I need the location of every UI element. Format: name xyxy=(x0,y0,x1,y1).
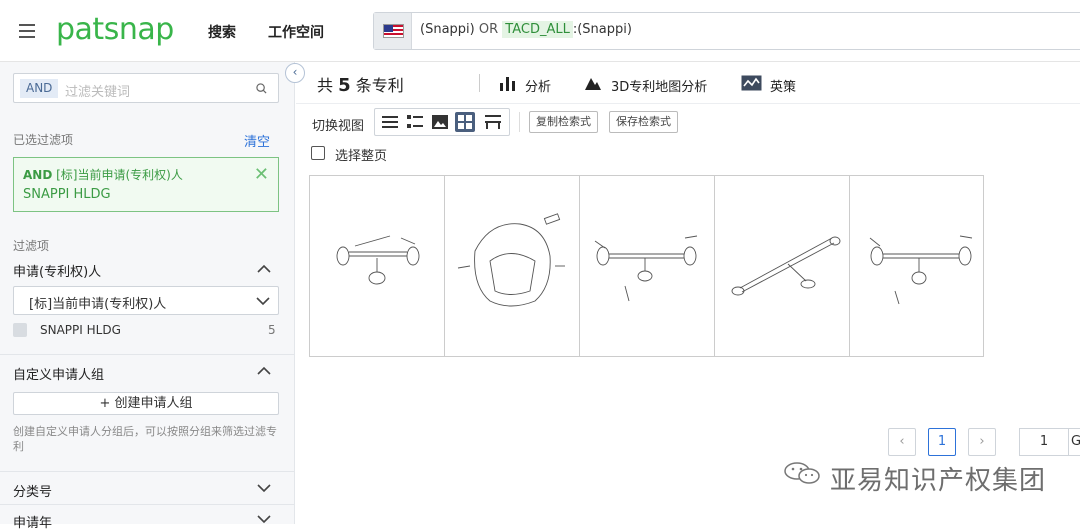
top-header: patsnap 搜索 工作空间 (Snappi) OR TACD_ALL:(Sn… xyxy=(0,0,1080,62)
patent-drawing xyxy=(869,235,973,305)
create-applicant-group-button[interactable]: + 创建申请人组 xyxy=(13,392,279,415)
divider xyxy=(479,74,480,92)
patent-drawing xyxy=(731,236,841,296)
patent-drawing xyxy=(457,213,565,307)
view-switcher xyxy=(374,108,510,136)
filter-keyword-input[interactable]: AND 过滤关键词 xyxy=(13,73,279,103)
selected-filter-value: SNAPPI HLDG xyxy=(23,187,111,202)
custom-group-section-title[interactable]: 自定义申请人组 xyxy=(13,364,104,383)
insights-button[interactable]: 英策 xyxy=(770,76,796,95)
chevron-down-icon[interactable] xyxy=(257,514,271,524)
patent-card[interactable] xyxy=(445,176,580,356)
results-panel: 共 5 条专利 分析 3D专利地图分析 英策 切换视图 复制检索式 保存检索式 … xyxy=(296,62,1080,524)
close-icon[interactable]: ✕ xyxy=(254,166,269,184)
switch-view-label: 切换视图 xyxy=(312,119,365,134)
grid-view-icon[interactable] xyxy=(455,112,475,132)
select-page-checkbox[interactable] xyxy=(311,146,325,160)
compare-view-icon[interactable] xyxy=(483,112,503,132)
query-field-tag: TACD_ALL xyxy=(502,21,573,38)
result-count: 共 5 条专利 xyxy=(317,75,404,96)
nav-workspace[interactable]: 工作空间 xyxy=(268,22,324,42)
wechat-icon xyxy=(784,462,820,484)
save-query-button[interactable]: 保存检索式 xyxy=(609,111,678,133)
clear-filters-link[interactable]: 清空 xyxy=(244,131,270,150)
patent-card[interactable] xyxy=(310,176,445,356)
custom-group-help-text: 创建自定义申请人分组后，可以按照分组来筛选过滤专利 xyxy=(13,425,277,453)
query-text[interactable]: (Snappi) OR TACD_ALL:(Snappi) xyxy=(420,21,632,38)
menu-icon[interactable] xyxy=(19,24,35,38)
next-page-button[interactable]: › xyxy=(968,428,996,456)
patent-drawing xyxy=(336,235,420,285)
divider xyxy=(0,504,295,505)
insights-icon[interactable] xyxy=(741,75,762,91)
nav-search[interactable]: 搜索 xyxy=(208,22,236,42)
selected-filter-chip: AND [标]当前申请(专利权)人 SNAPPI HLDG ✕ xyxy=(13,157,279,212)
classification-section-title[interactable]: 分类号 xyxy=(13,481,52,500)
filter-sidebar: AND 过滤关键词 已选过滤项 清空 AND [标]当前申请(专利权)人 SNA… xyxy=(0,62,295,531)
analysis-button[interactable]: 分析 xyxy=(525,76,551,95)
page-jump-input[interactable]: 1 xyxy=(1019,428,1069,456)
year-section-title[interactable]: 申请年 xyxy=(13,512,52,531)
applicant-option-checkbox[interactable] xyxy=(13,323,27,337)
mountain-icon[interactable] xyxy=(584,75,602,91)
patent-drawing xyxy=(594,235,698,302)
patent-card[interactable] xyxy=(850,176,985,356)
divider xyxy=(0,471,295,472)
and-operator-tag[interactable]: AND xyxy=(20,79,59,98)
patent-image-grid xyxy=(309,175,984,357)
filter-placeholder: 过滤关键词 xyxy=(65,85,131,100)
applicant-option-count: 5 xyxy=(268,323,276,337)
divider xyxy=(0,354,295,355)
bar-chart-icon[interactable] xyxy=(499,75,517,91)
detail-list-icon[interactable] xyxy=(405,112,425,132)
select-page-label[interactable]: 选择整页 xyxy=(335,145,387,164)
country-selector[interactable] xyxy=(374,13,412,49)
applicant-option-label[interactable]: SNAPPI HLDG xyxy=(40,323,121,337)
chevron-up-icon[interactable] xyxy=(257,264,271,274)
3d-map-button[interactable]: 3D专利地图分析 xyxy=(611,76,707,95)
go-button[interactable]: G xyxy=(1069,428,1080,456)
patsnap-logo[interactable]: patsnap xyxy=(56,12,174,47)
chevron-down-icon xyxy=(256,297,270,306)
chevron-down-icon[interactable] xyxy=(257,483,271,493)
applicant-type-select[interactable]: [标]当前申请(专利权)人 xyxy=(13,286,279,315)
search-query-bar[interactable]: (Snappi) OR TACD_ALL:(Snappi) xyxy=(373,12,1080,50)
applicant-section-title[interactable]: 申请(专利权)人 xyxy=(13,261,101,280)
search-icon[interactable] xyxy=(256,83,267,94)
selected-filters-label: 已选过滤项 xyxy=(13,133,74,147)
patent-card[interactable] xyxy=(580,176,715,356)
filters-label: 过滤项 xyxy=(13,239,50,253)
chevron-up-icon[interactable] xyxy=(257,366,271,376)
copy-query-button[interactable]: 复制检索式 xyxy=(529,111,598,133)
divider xyxy=(519,112,520,132)
watermark-text: 亚易知识产权集团 xyxy=(830,466,1047,496)
divider xyxy=(296,103,1080,104)
list-view-icon[interactable] xyxy=(380,112,400,132)
us-flag-icon xyxy=(383,24,404,38)
patent-card[interactable] xyxy=(715,176,850,356)
prev-page-button[interactable]: ‹ xyxy=(888,428,916,456)
image-view-icon[interactable] xyxy=(430,112,450,132)
page-1-button[interactable]: 1 xyxy=(928,428,956,456)
